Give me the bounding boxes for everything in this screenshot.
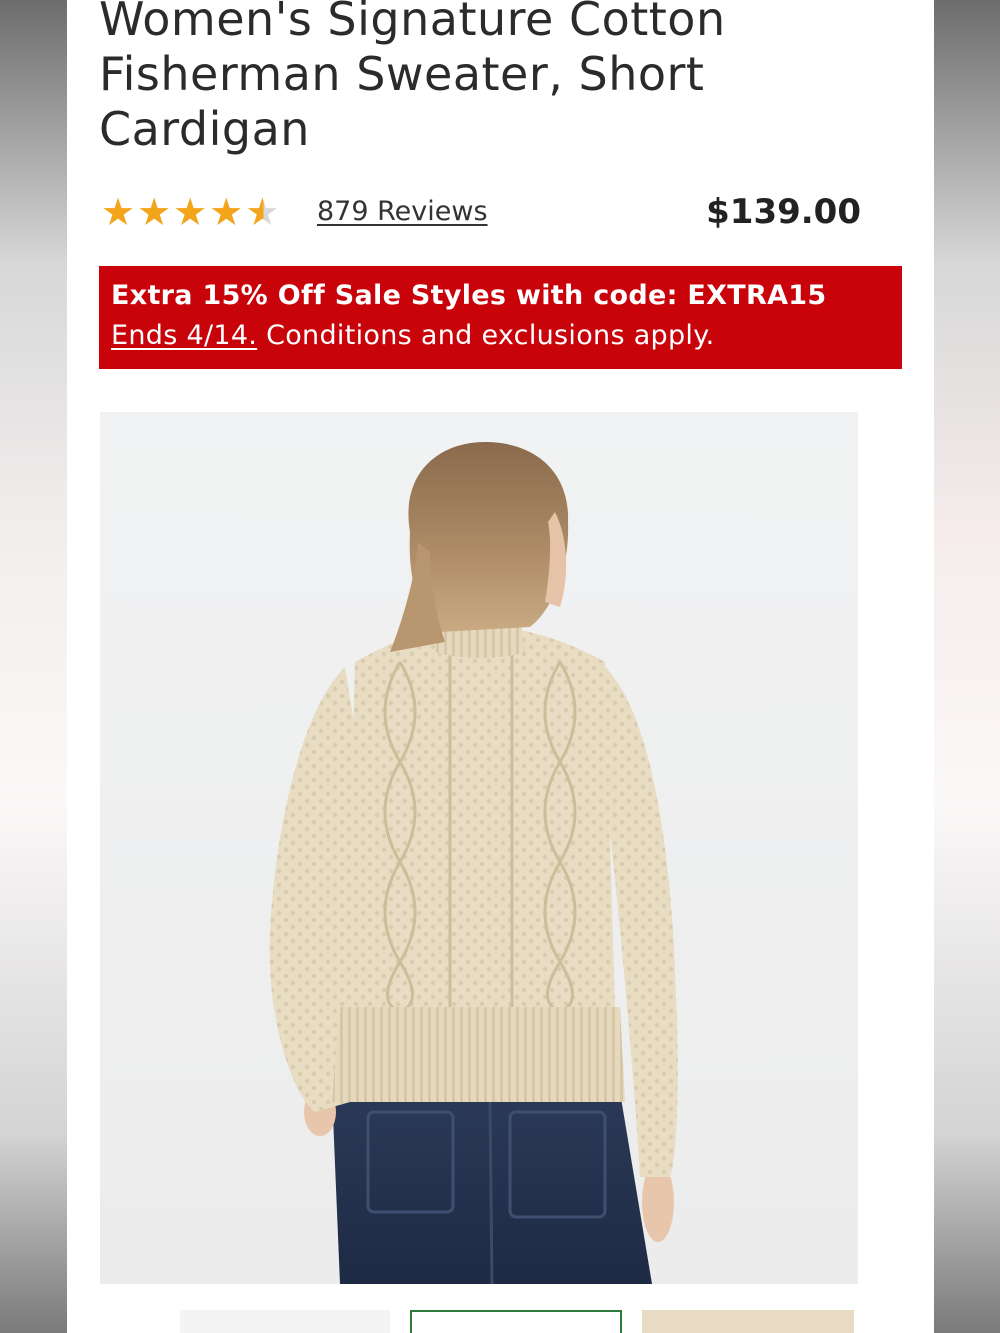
- promo-headline: Extra 15% Off Sale Styles with code: EXT…: [111, 280, 827, 311]
- promo-banner: Extra 15% Off Sale Styles with code: EXT…: [99, 266, 902, 369]
- promo-ends-link[interactable]: Ends 4/14.: [111, 320, 257, 351]
- promo-conditions: Conditions and exclusions apply.: [257, 320, 715, 351]
- product-price: $139.00: [706, 192, 861, 232]
- reviews-link[interactable]: 879 Reviews: [317, 196, 488, 227]
- promo-details: Ends 4/14. Conditions and exclusions app…: [111, 320, 715, 351]
- right-backdrop: [934, 0, 1000, 1333]
- thumbnail-strip: [180, 1310, 860, 1333]
- left-backdrop: [0, 0, 67, 1333]
- thumbnail-3[interactable]: [642, 1310, 854, 1333]
- star-icon: ★: [173, 190, 208, 234]
- thumbnail-1[interactable]: [180, 1310, 390, 1333]
- star-rating[interactable]: ★ ★ ★ ★ ★: [101, 190, 279, 234]
- star-icon: ★: [137, 190, 172, 234]
- product-title: Women's Signature Cotton Fisherman Sweat…: [99, 0, 726, 156]
- sweater-photo: [100, 412, 858, 1284]
- thumbnail-2-selected[interactable]: [410, 1310, 622, 1333]
- rating-row: ★ ★ ★ ★ ★ 879 Reviews $139.00: [101, 190, 861, 234]
- product-image[interactable]: [100, 412, 858, 1284]
- star-icon: ★: [101, 190, 136, 234]
- product-page: Women's Signature Cotton Fisherman Sweat…: [67, 0, 934, 1333]
- half-star-icon: ★: [245, 190, 280, 234]
- star-icon: ★: [209, 190, 244, 234]
